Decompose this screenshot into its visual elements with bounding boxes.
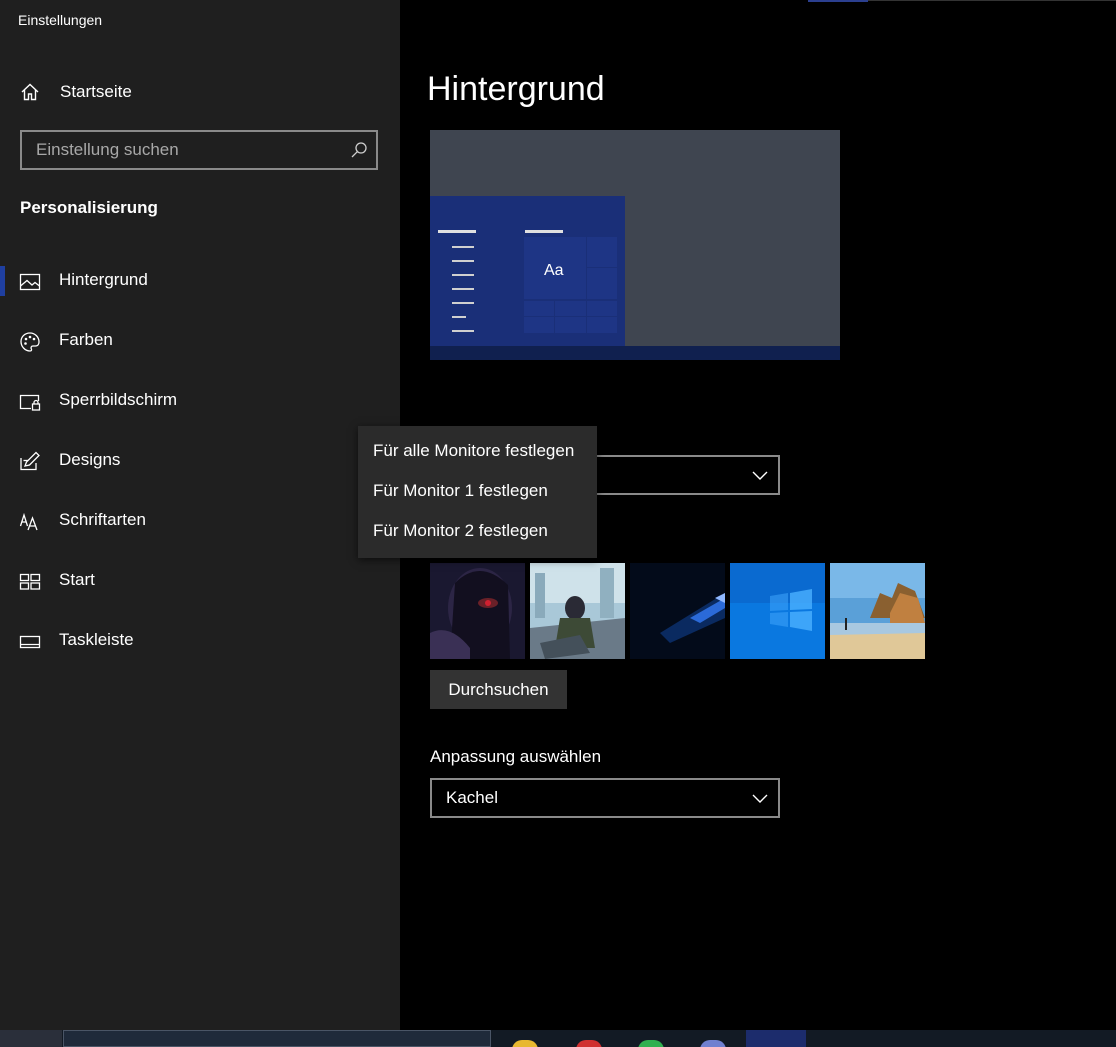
section-heading: Personalisierung bbox=[20, 198, 158, 217]
sidebar-item-schriftarten[interactable]: Schriftarten bbox=[0, 492, 400, 552]
sidebar-item-label: Sperrbildschirm bbox=[59, 390, 178, 409]
sidebar: Einstellungen Startseite Personalisierun… bbox=[0, 0, 400, 1030]
preview-taskbar bbox=[430, 346, 840, 360]
preview-tiles-graphic bbox=[438, 230, 617, 333]
search-icon[interactable] bbox=[350, 141, 368, 159]
menu-item-monitor-2[interactable]: Für Monitor 2 festlegen bbox=[373, 521, 548, 541]
sidebar-item-label: Schriftarten bbox=[59, 510, 146, 529]
palette-icon bbox=[20, 332, 40, 352]
chat-app-icon[interactable] bbox=[700, 1040, 726, 1047]
fit-dropdown-value: Kachel bbox=[446, 788, 498, 807]
menu-item-monitor-1[interactable]: Für Monitor 1 festlegen bbox=[373, 481, 548, 501]
fit-label: Anpassung auswählen bbox=[430, 747, 602, 766]
picture-icon bbox=[19, 273, 41, 291]
home-label: Startseite bbox=[60, 82, 132, 101]
preview-start-panel bbox=[430, 196, 625, 346]
browse-button[interactable]: Durchsuchen bbox=[430, 670, 567, 709]
chevron-down-icon bbox=[752, 471, 768, 480]
os-taskbar bbox=[0, 1030, 1116, 1047]
window-top-accent bbox=[808, 0, 868, 2]
app-title: Einstellungen bbox=[18, 12, 103, 28]
sidebar-item-sperrbildschirm[interactable]: Sperrbildschirm bbox=[0, 372, 400, 432]
wallpaper-thumbnail-windows-logo[interactable] bbox=[730, 563, 825, 659]
settings-search[interactable] bbox=[20, 130, 378, 170]
fonts-icon bbox=[19, 512, 38, 531]
messaging-icon[interactable] bbox=[638, 1040, 664, 1047]
context-menu: Für alle Monitore festlegen Für Monitor … bbox=[358, 426, 597, 558]
sidebar-item-label: Start bbox=[59, 570, 95, 589]
page-title: Hintergrund bbox=[427, 70, 605, 108]
sidebar-nav: Hintergrund Farben Sperrbildschirm Desig… bbox=[0, 252, 400, 672]
sidebar-item-label: Taskleiste bbox=[59, 630, 134, 649]
wallpaper-thumbnail-anime-city[interactable] bbox=[530, 563, 625, 659]
sidebar-item-designs[interactable]: Designs bbox=[0, 432, 400, 492]
start-icon bbox=[19, 573, 41, 590]
chevron-down-icon bbox=[752, 794, 768, 803]
menu-item-all-monitors[interactable]: Für alle Monitore festlegen bbox=[373, 441, 574, 461]
wallpaper-thumbnail-beach[interactable] bbox=[830, 563, 925, 659]
file-explorer-icon[interactable] bbox=[512, 1040, 538, 1047]
sidebar-item-start[interactable]: Start bbox=[0, 552, 400, 612]
taskbar-search[interactable] bbox=[63, 1030, 491, 1047]
home-icon bbox=[21, 83, 39, 101]
wallpaper-thumbnail-anime-dark[interactable] bbox=[430, 563, 525, 659]
recent-pictures bbox=[430, 563, 930, 659]
start-button[interactable] bbox=[0, 1030, 62, 1047]
window-top-line bbox=[868, 0, 1116, 1]
search-input[interactable] bbox=[22, 132, 336, 168]
home-link[interactable]: Startseite bbox=[20, 80, 132, 104]
taskbar-icon bbox=[19, 635, 41, 649]
sidebar-item-taskleiste[interactable]: Taskleiste bbox=[0, 612, 400, 672]
designs-icon bbox=[20, 451, 40, 471]
sidebar-item-label: Hintergrund bbox=[59, 270, 148, 289]
preview-sample-text: Aa bbox=[544, 262, 564, 279]
sidebar-item-hintergrund[interactable]: Hintergrund bbox=[0, 252, 400, 312]
browser-icon[interactable] bbox=[576, 1040, 602, 1047]
sidebar-item-label: Farben bbox=[59, 330, 113, 349]
fit-dropdown[interactable]: Kachel bbox=[430, 778, 780, 818]
selection-indicator bbox=[0, 266, 5, 296]
wallpaper-thumbnail-dark-blue[interactable] bbox=[630, 563, 725, 659]
sidebar-item-label: Designs bbox=[59, 450, 121, 469]
settings-app-icon[interactable] bbox=[746, 1030, 806, 1047]
lock-screen-icon bbox=[19, 394, 41, 411]
sidebar-item-farben[interactable]: Farben bbox=[0, 312, 400, 372]
desktop-preview: Aa bbox=[430, 130, 840, 360]
